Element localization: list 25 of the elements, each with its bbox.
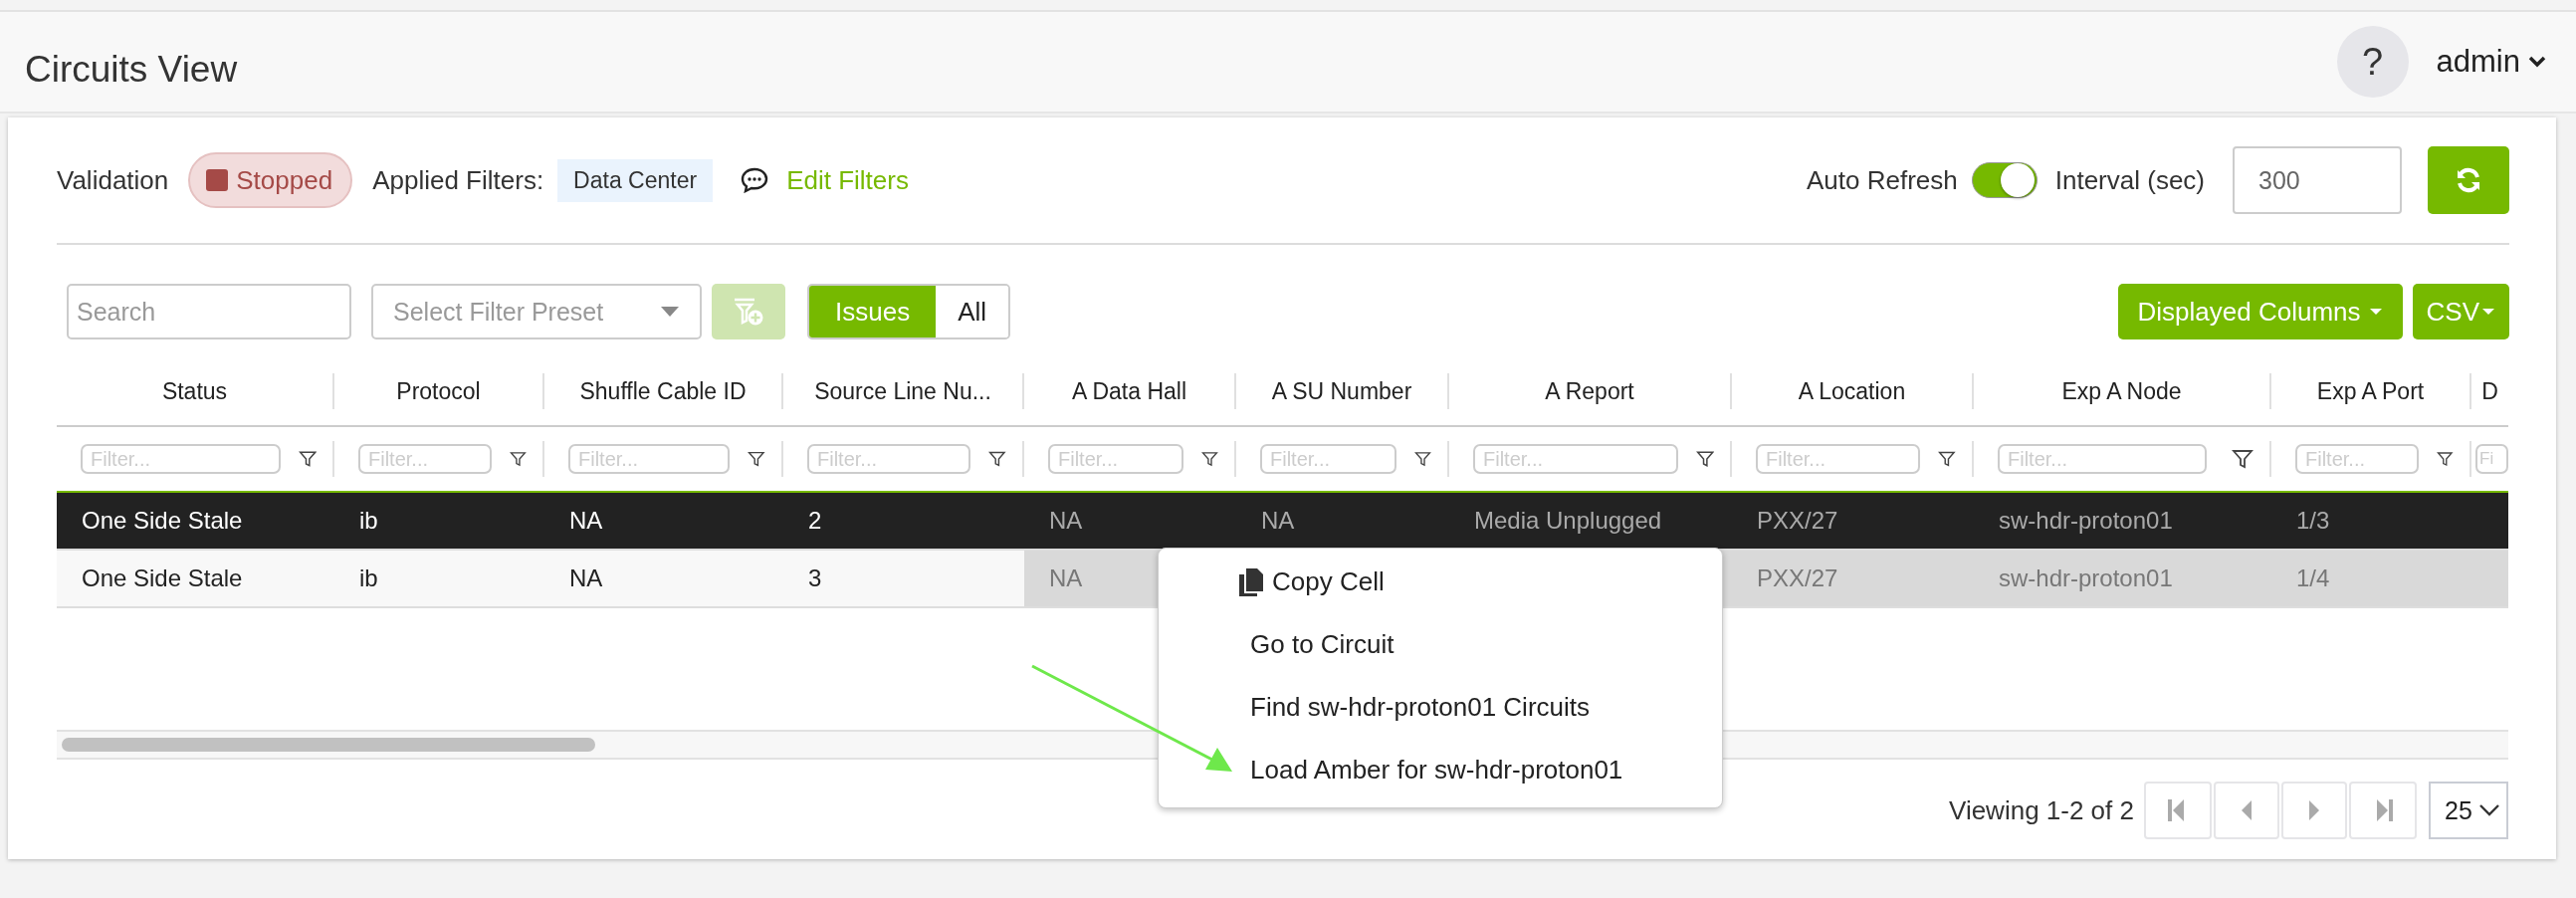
page-title: Circuits View — [25, 48, 238, 91]
table-cell: NA — [544, 551, 783, 606]
table-cell: NA — [1236, 493, 1449, 549]
table-cell: ib — [334, 493, 544, 549]
table-cell: sw-hdr-proton01 — [1974, 551, 2271, 606]
table-cell: sw-hdr-proton01 — [1974, 493, 2271, 549]
table-cell: One Side Stale — [57, 551, 334, 606]
table-cell: PXX/27 — [1732, 493, 1974, 549]
auto-refresh-label: Auto Refresh — [1807, 164, 1958, 196]
table-cell: 3 — [783, 551, 1024, 606]
table-cell: 1/3 — [2271, 493, 2471, 549]
filter-tag: Data Center — [557, 158, 714, 202]
interval-label: Interval (sec) — [2054, 164, 2205, 196]
table-cell: NA — [544, 493, 783, 549]
table-cell: Media Unplugged — [1449, 493, 1732, 549]
table-cell: One Side Stale — [57, 493, 334, 549]
validation-status: Stopped — [188, 152, 353, 208]
pagination-summary: Viewing 1-2 of 2 — [1949, 794, 2134, 826]
table-cell: PXX/27 — [1732, 551, 1974, 606]
table-cell: 1/4 — [2271, 551, 2471, 606]
table-cell: ib — [334, 551, 544, 606]
applied-filters-label: Applied Filters: — [372, 164, 544, 196]
table-cell: NA — [1024, 493, 1236, 549]
table-cell: 2 — [783, 493, 1024, 549]
validation-label: Validation — [57, 164, 169, 196]
